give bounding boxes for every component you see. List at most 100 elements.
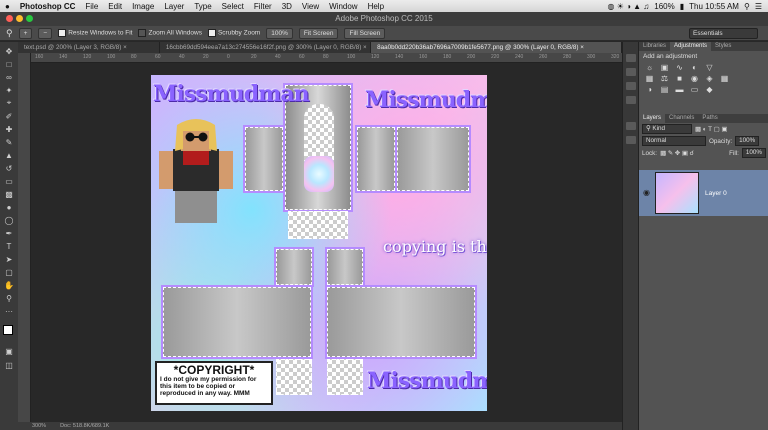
search-icon[interactable]: ⚲ (744, 2, 750, 11)
color-balance-icon[interactable]: ⚖ (660, 75, 669, 83)
marquee-tool-icon[interactable]: □ (3, 59, 15, 69)
tab-text-psd[interactable]: text.psd @ 200% (Layer 3, RGB/8) × (18, 42, 160, 53)
posterize-icon[interactable]: ▤ (660, 86, 669, 94)
notification-icon[interactable]: ☰ (755, 2, 762, 11)
fill-input[interactable]: 100% (741, 148, 766, 158)
color-panel-icon[interactable] (626, 82, 636, 90)
eraser-tool-icon[interactable]: ▭ (3, 176, 15, 186)
clone-stamp-icon[interactable]: ▲ (3, 150, 15, 160)
curves-icon[interactable]: ∿ (675, 64, 684, 72)
pen-tool-icon[interactable]: ✒ (3, 228, 15, 238)
quick-mask-icon[interactable]: ▣ (3, 346, 15, 356)
levels-icon[interactable]: ▣ (660, 64, 669, 72)
menu-help[interactable]: Help (363, 2, 389, 11)
battery-percent[interactable]: 160% (654, 2, 674, 11)
kind-filter-select[interactable]: ⚲ Kind (642, 124, 692, 134)
menu-view[interactable]: View (297, 2, 324, 11)
scrubby-zoom-checkbox[interactable]: Scrubby Zoom (207, 29, 260, 37)
menu-window[interactable]: Window (324, 2, 362, 11)
left-arm-strip (163, 287, 311, 357)
ruler-mark: 20 (203, 54, 209, 60)
status-zoom[interactable]: 300% (32, 423, 46, 429)
zoom-all-checkbox[interactable]: Zoom All Windows (138, 29, 202, 37)
menu-app[interactable]: Photoshop CC (15, 2, 81, 11)
zoom-in-icon[interactable]: + (18, 27, 33, 39)
hue-saturation-icon[interactable]: ▦ (645, 75, 654, 83)
swatches-panel-icon[interactable] (626, 96, 636, 104)
status-icons[interactable]: ◍ ☀ ◑ ▲ ♫ (607, 2, 649, 11)
tab-8aa0b-png[interactable]: 8aa0b0dd220b36ab7696a7009b1fe5677.png @ … (371, 42, 622, 53)
vibrance-icon[interactable]: ▽ (705, 64, 714, 72)
crop-tool-icon[interactable]: ⌖ (3, 98, 15, 108)
threshold-icon[interactable]: ▬ (675, 86, 684, 94)
fit-screen-button[interactable]: Fit Screen (298, 27, 339, 39)
status-doc-size[interactable]: Doc: 518.8K/689.1K (60, 423, 109, 429)
blur-tool-icon[interactable]: ● (3, 202, 15, 212)
horizontal-ruler: 160 140 120 100 80 60 40 20 0 20 40 60 80 100 120 140 16… (31, 53, 622, 63)
hand-tool-icon[interactable]: ✋ (3, 280, 15, 290)
properties-panel-icon[interactable] (626, 68, 636, 76)
document-canvas[interactable]: Missmudman Missmudman Missmudman copying… (151, 75, 487, 411)
zoom-100-button[interactable]: 100% (266, 27, 293, 39)
gradient-tool-icon[interactable]: ▩ (3, 189, 15, 199)
magic-wand-icon[interactable]: ✦ (3, 85, 15, 95)
zoom-tool-sidebar-icon[interactable]: ⚲ (3, 293, 15, 303)
menu-image[interactable]: Image (127, 2, 159, 11)
history-brush-icon[interactable]: ↺ (3, 163, 15, 173)
layer-row[interactable]: ◉ Layer 0 (639, 170, 768, 216)
brightness-icon[interactable]: ☼ (645, 64, 654, 72)
color-lookup-icon[interactable]: ▦ (720, 75, 729, 83)
workspace-select[interactable]: Essentials (689, 27, 758, 39)
type-tool-icon[interactable]: T (3, 241, 15, 251)
menu-layer[interactable]: Layer (159, 2, 189, 11)
screen-mode-icon[interactable]: ◫ (3, 360, 15, 370)
visibility-eye-icon[interactable]: ◉ (643, 188, 650, 197)
shape-tool-icon[interactable]: ▢ (3, 267, 15, 277)
character-panel-icon[interactable] (626, 122, 636, 130)
path-selection-icon[interactable]: ➤ (3, 254, 15, 264)
tab-16cbb-png[interactable]: 16cbb69dd594eea7a13c274556e16f2f.png @ 3… (160, 42, 372, 53)
selective-color-icon[interactable]: ◆ (705, 86, 714, 94)
move-tool-icon[interactable]: ✥ (3, 46, 15, 56)
healing-brush-icon[interactable]: ✚ (3, 124, 15, 134)
menu-select[interactable]: Select (217, 2, 249, 11)
invert-icon[interactable]: ◑ (645, 86, 654, 94)
menu-3d[interactable]: 3D (277, 2, 297, 11)
eyedropper-icon[interactable]: ✐ (3, 111, 15, 121)
photo-filter-icon[interactable]: ◉ (690, 75, 699, 83)
tab-adjustments[interactable]: Adjustments (670, 42, 712, 51)
exposure-icon[interactable]: ◐ (690, 64, 699, 72)
history-panel-icon[interactable] (626, 54, 636, 62)
lower-left-arm-top (276, 249, 312, 285)
black-white-icon[interactable]: ■ (675, 75, 684, 83)
battery-icon[interactable]: ▮ (680, 2, 684, 11)
tab-channels[interactable]: Channels (665, 114, 698, 123)
resize-windows-checkbox[interactable]: Resize Windows to Fit (58, 29, 132, 37)
more-tools-icon[interactable]: ··· (3, 306, 15, 316)
paragraph-panel-icon[interactable] (626, 136, 636, 144)
channel-mixer-icon[interactable]: ◈ (705, 75, 714, 83)
menu-edit[interactable]: Edit (103, 2, 127, 11)
clock[interactable]: Thu 10:55 AM (689, 2, 739, 11)
apple-icon[interactable]: ● (0, 2, 15, 11)
tab-libraries[interactable]: Libraries (639, 42, 670, 51)
tab-styles[interactable]: Styles (711, 42, 735, 51)
zoom-out-icon[interactable]: − (38, 27, 53, 39)
foreground-color-swatch[interactable] (3, 325, 13, 335)
menu-file[interactable]: File (80, 2, 103, 11)
tab-paths[interactable]: Paths (698, 114, 721, 123)
dodge-tool-icon[interactable]: ◯ (3, 215, 15, 225)
fill-screen-button[interactable]: Fill Screen (344, 27, 386, 39)
tab-layers[interactable]: Layers (639, 114, 666, 123)
zoom-tool-icon[interactable]: ⚲ (6, 28, 13, 39)
blend-mode-select[interactable]: Normal (642, 136, 706, 146)
menu-filter[interactable]: Filter (249, 2, 277, 11)
filter-icons[interactable]: ▩ ◐ T ▢ ▣ (695, 126, 727, 133)
gradient-map-icon[interactable]: ▭ (690, 86, 699, 94)
brush-tool-icon[interactable]: ✎ (3, 137, 15, 147)
lock-icons[interactable]: ▩ ✎ ✥ ▣ ☌ (660, 150, 694, 157)
menu-type[interactable]: Type (189, 2, 216, 11)
lasso-tool-icon[interactable]: ∞ (3, 72, 15, 82)
opacity-input[interactable]: 100% (735, 136, 760, 146)
layer-name[interactable]: Layer 0 (705, 190, 727, 197)
